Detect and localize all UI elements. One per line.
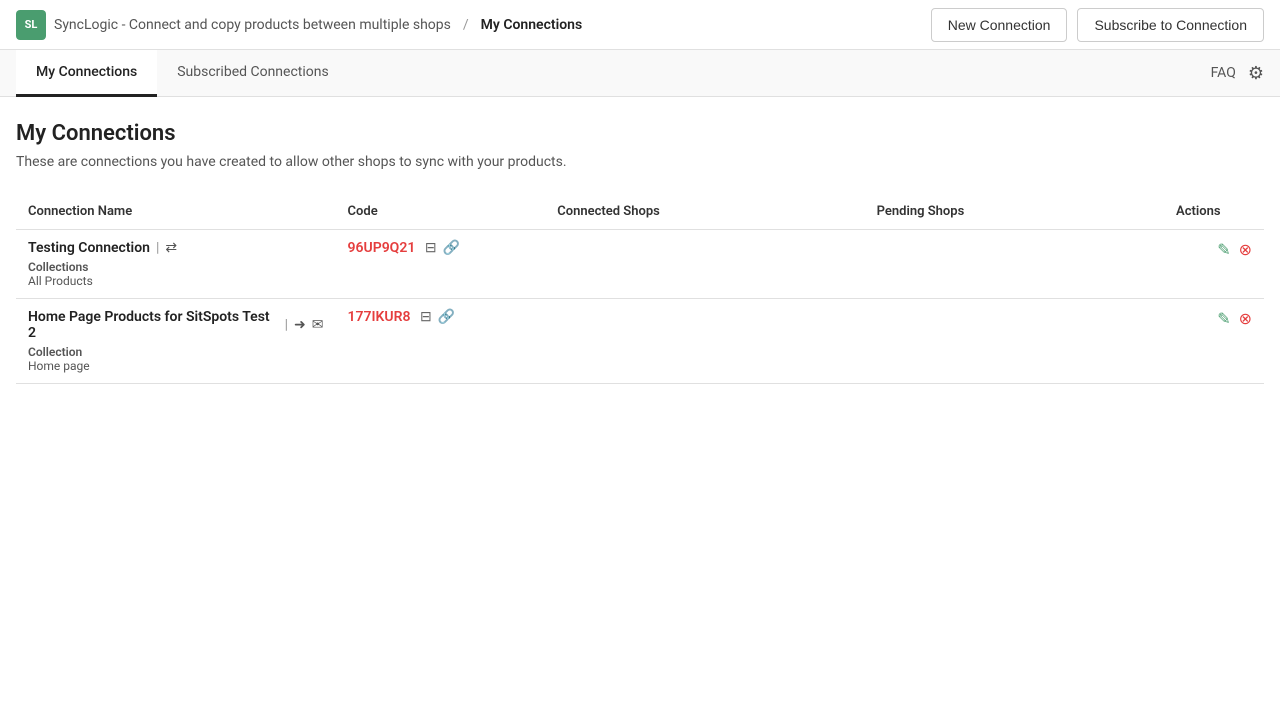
app-logo: SL — [16, 10, 46, 40]
pending-shops-cell — [865, 230, 1164, 299]
edit-connection-icon[interactable]: ✎ — [1217, 240, 1230, 259]
subscribe-connection-button[interactable]: Subscribe to Connection — [1077, 8, 1264, 42]
connection-name: Testing Connection — [28, 240, 150, 256]
code-cell: 177IKUR8 ⊟ 🔗 — [336, 299, 546, 384]
col-header-actions: Actions — [1164, 194, 1264, 230]
app-header: SL SyncLogic - Connect and copy products… — [0, 0, 1280, 50]
pipe-separator: | — [156, 240, 159, 256]
code-icons: ⊟ 🔗 — [425, 240, 460, 256]
code-badge: 96UP9Q21 — [348, 240, 416, 256]
actions-cell: ✎ ⊗ — [1164, 230, 1264, 299]
faq-link[interactable]: FAQ — [1211, 65, 1236, 81]
tabs-left: My Connections Subscribed Connections — [16, 50, 349, 96]
code-cell: 96UP9Q21 ⊟ 🔗 — [336, 230, 546, 299]
app-title: SyncLogic - Connect and copy products be… — [54, 17, 451, 33]
code-badge: 177IKUR8 — [348, 309, 411, 325]
tabs-right: FAQ ⚙ — [1211, 63, 1264, 84]
breadcrumb-separator: / — [463, 17, 469, 33]
delete-connection-icon[interactable]: ⊗ — [1239, 309, 1252, 328]
name-row: Testing Connection | ⇄ — [28, 240, 324, 256]
arrow-icon: ➜ — [294, 317, 306, 333]
actions-row: ✎ ⊗ — [1176, 309, 1252, 328]
connection-subtype: All Products — [28, 274, 324, 288]
name-row: Home Page Products for SitSpots Test 2 |… — [28, 309, 324, 341]
new-connection-button[interactable]: New Connection — [931, 8, 1068, 42]
email-icon: ✉ — [312, 317, 324, 333]
link-icon[interactable]: 🔗 — [438, 309, 455, 325]
connection-name: Home Page Products for SitSpots Test 2 — [28, 309, 279, 341]
col-header-pending: Pending Shops — [865, 194, 1164, 230]
tab-subscribed-connections[interactable]: Subscribed Connections — [157, 50, 348, 97]
col-header-connected: Connected Shops — [545, 194, 864, 230]
pending-shops-cell — [865, 299, 1164, 384]
connection-type: Collection — [28, 345, 324, 359]
copy-code-icon[interactable]: ⊟ — [425, 240, 437, 256]
connection-subtype: Home page — [28, 359, 324, 373]
connected-shops-cell — [545, 299, 864, 384]
header-actions: New Connection Subscribe to Connection — [931, 8, 1264, 42]
table-row: Testing Connection | ⇄ Collections All P… — [16, 230, 1264, 299]
page-title: My Connections — [16, 121, 1264, 146]
delete-connection-icon[interactable]: ⊗ — [1239, 240, 1252, 259]
header-left: SL SyncLogic - Connect and copy products… — [16, 10, 582, 40]
link-icon[interactable]: 🔗 — [443, 240, 460, 256]
main-content: My Connections These are connections you… — [0, 97, 1280, 408]
col-header-name: Connection Name — [16, 194, 336, 230]
connection-name-cell: Home Page Products for SitSpots Test 2 |… — [16, 299, 336, 384]
copy-code-icon[interactable]: ⊟ — [420, 309, 432, 325]
table-row: Home Page Products for SitSpots Test 2 |… — [16, 299, 1264, 384]
connection-name-cell: Testing Connection | ⇄ Collections All P… — [16, 230, 336, 299]
tab-my-connections[interactable]: My Connections — [16, 50, 157, 97]
connected-shops-cell — [545, 230, 864, 299]
gear-icon[interactable]: ⚙ — [1248, 63, 1264, 84]
col-header-code: Code — [336, 194, 546, 230]
actions-cell: ✎ ⊗ — [1164, 299, 1264, 384]
breadcrumb-current: My Connections — [481, 17, 583, 33]
edit-connection-icon[interactable]: ✎ — [1217, 309, 1230, 328]
sync-icon: ⇄ — [165, 240, 177, 256]
actions-row: ✎ ⊗ — [1176, 240, 1252, 259]
connections-table: Connection Name Code Connected Shops Pen… — [16, 194, 1264, 384]
code-icons: ⊟ 🔗 — [420, 309, 455, 325]
pipe-separator: | — [285, 317, 288, 333]
page-description: These are connections you have created t… — [16, 154, 1264, 170]
connection-type: Collections — [28, 260, 324, 274]
tabs-bar: My Connections Subscribed Connections FA… — [0, 50, 1280, 97]
table-header-row: Connection Name Code Connected Shops Pen… — [16, 194, 1264, 230]
